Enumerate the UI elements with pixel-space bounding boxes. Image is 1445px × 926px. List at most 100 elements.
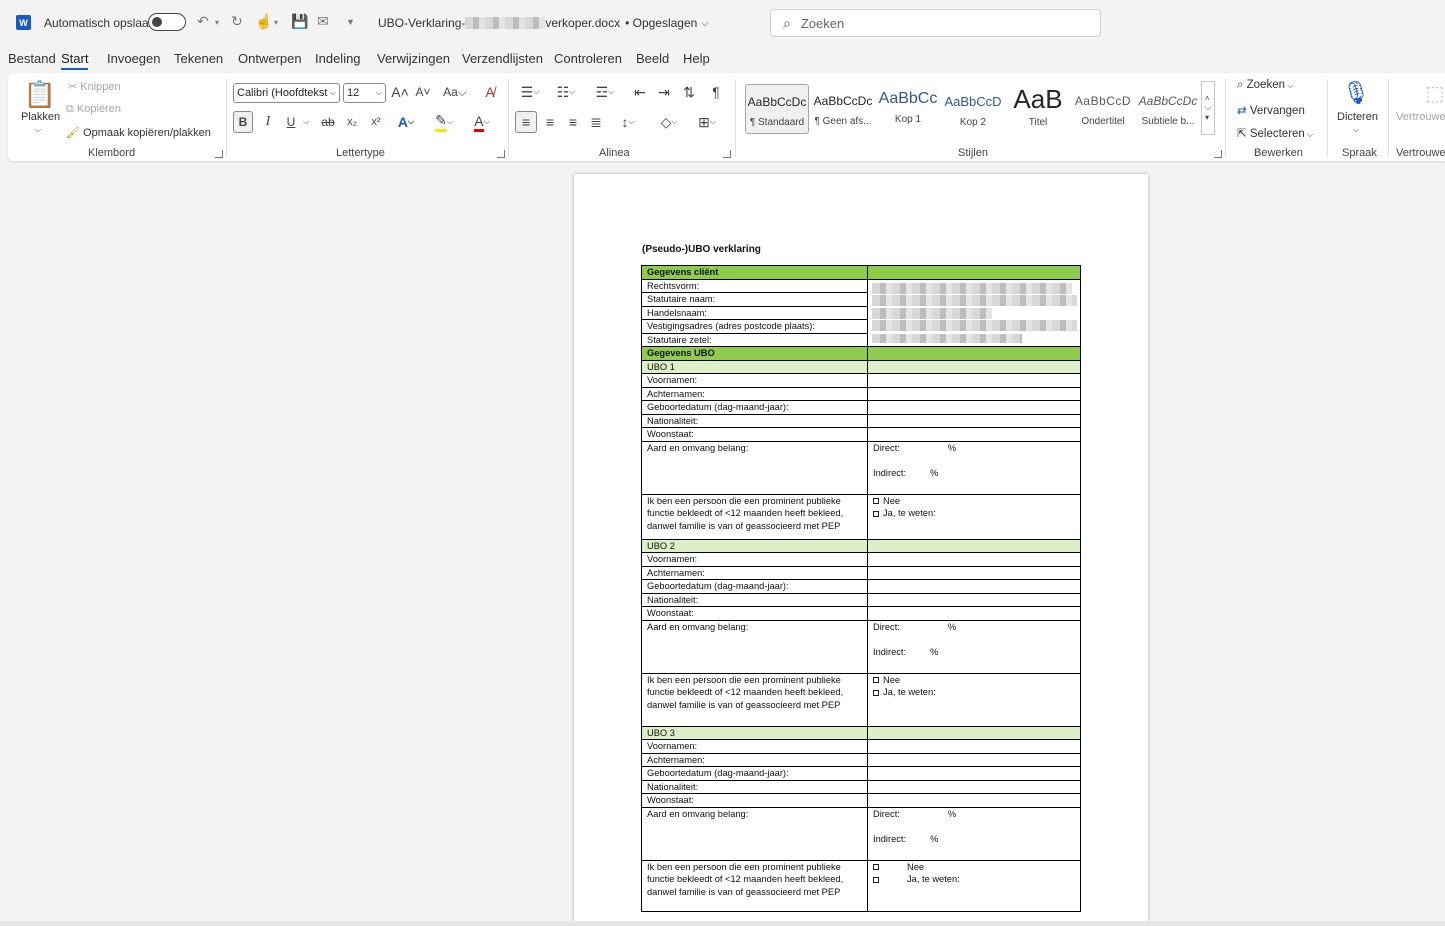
customize-qat-icon[interactable]: ▼ [346,17,355,27]
replace-icon: ⇄ [1237,105,1250,117]
style-geen-afstand[interactable]: AaBbCcDc ¶ Geen afs... [811,84,875,134]
text-effects-icon[interactable]: A ⌵ [394,111,418,133]
find-button[interactable]: ⌕ Zoeken ⌵ [1237,79,1293,92]
styles-scroll-icon[interactable]: ˄ ⌵ ▾ [1201,81,1215,135]
tab-beeld[interactable]: Beeld [636,51,669,66]
dictate-button[interactable]: Dicteren [1337,111,1378,123]
paste-dropdown-icon[interactable]: ⌵ [35,125,41,135]
tab-invoegen[interactable]: Invoegen [107,51,161,66]
cut-button[interactable]: ✂ Knippen [68,80,121,93]
save-status: • Opgeslagen [625,16,698,30]
increase-indent-icon[interactable]: ⇥ [656,83,672,101]
separator [735,79,736,157]
style-kop1[interactable]: AaBbCc Kop 1 [876,84,940,134]
autosave-toggle[interactable] [148,13,186,31]
copy-button[interactable]: ⧉ Kopiëren [66,103,121,116]
tab-controleren[interactable]: Controleren [554,51,622,66]
borders-icon[interactable]: ⊞ ⌵ [692,111,722,133]
autosave-label: Automatisch opslaan [44,16,156,30]
grow-font-icon[interactable]: A˄ [391,83,409,101]
tab-help[interactable]: Help [683,51,710,66]
strikethrough-icon[interactable]: ab [319,111,337,133]
undo-icon[interactable]: ↶ [197,13,209,30]
lettertype-launcher-icon[interactable] [497,150,505,158]
font-name-dropdown[interactable]: Calibri (Hoofdtekst ⌵ [233,83,340,103]
search-icon: ⌕ [1237,79,1247,91]
table-row: Achternamen: [641,386,1081,401]
alinea-launcher-icon[interactable] [723,150,731,158]
save-icon[interactable]: 💾 [291,13,308,30]
table-row: Nationaliteit: [641,592,1081,607]
touch-mode-icon[interactable]: ☝ [255,13,272,30]
paste-button[interactable]: Plakken [21,111,60,123]
justify-icon[interactable]: ≣ [588,111,604,133]
font-size-dropdown[interactable]: 12 ⌵ [343,83,386,103]
italic-icon[interactable]: I [260,111,276,133]
tab-tekenen[interactable]: Tekenen [174,51,223,66]
align-left-icon[interactable]: ≡ [515,111,537,133]
checkbox-nee[interactable] [873,498,879,505]
microphone-icon[interactable]: 🎙 [1342,77,1370,109]
tab-indeling[interactable]: Indeling [315,51,361,66]
document-name[interactable]: UBO-Verklaring- verkoper.docx • Opgeslag… [378,16,708,30]
dictate-dropdown-icon[interactable]: ⌵ [1353,125,1359,135]
bold-icon[interactable]: B [233,111,253,133]
group-label-bewerken: Bewerken [1254,147,1303,159]
numbering-icon[interactable]: ☷ ⌵ [553,83,579,101]
search-input[interactable]: ⌕ Zoeken [770,9,1101,37]
multilevel-list-icon[interactable]: ☲ ⌵ [592,83,618,101]
decrease-indent-icon[interactable]: ⇤ [632,83,648,101]
checkbox-ja[interactable] [873,876,879,883]
table-row: Geboortedatum (dag-maand-jaar): [641,579,1081,594]
bullets-icon[interactable]: ☰ ⌵ [517,83,543,101]
document-page[interactable]: (Pseudo-)UBO verklaring Gegevens cliënt … [574,174,1148,926]
tab-verzendlijsten[interactable]: Verzendlijsten [462,51,543,66]
tab-start[interactable]: Start [61,51,89,70]
shrink-font-icon[interactable]: A˅ [415,83,431,101]
klembord-launcher-icon[interactable] [215,150,223,158]
touch-dropdown-icon[interactable]: ▾ [274,18,278,27]
style-standaard[interactable]: AaBbCcDc ¶ Standaard [745,84,809,134]
change-case-icon[interactable]: Aa⌵ [441,83,469,101]
group-label-vertrouwelijkheid: Vertrouwe [1396,147,1445,159]
underline-icon[interactable]: U [283,111,299,133]
style-subtiele-benadrukking[interactable]: AaBbCcDc Subtiele b... [1136,84,1200,134]
tab-bestand[interactable]: Bestand [8,51,56,66]
brush-icon: 🖌 [66,127,84,139]
replace-button[interactable]: ⇄ Vervangen [1237,103,1305,117]
checkbox-ja[interactable] [873,689,879,696]
select-button[interactable]: ⇱ Selecteren ⌵ [1237,126,1313,140]
style-titel[interactable]: AaB Titel [1006,84,1070,134]
title-bar: W Automatisch opslaan ↶ ▾ ↻ ☝ ▾ 💾 ✉ ▼ UB… [0,0,1445,46]
sort-icon[interactable]: ⇅ [681,83,697,101]
style-kop2[interactable]: AaBbCcD Kop 2 [941,84,1005,134]
font-color-icon[interactable]: A ⌵ [469,111,495,133]
clear-formatting-icon[interactable]: A̸ [482,83,498,101]
superscript-icon[interactable]: x² [369,111,383,133]
redacted-client-data [867,278,1081,347]
email-icon[interactable]: ✉ [317,13,329,30]
sensitivity-button[interactable]: Vertrouwe [1396,111,1445,123]
checkbox-nee[interactable] [873,864,879,871]
tab-verwijzingen[interactable]: Verwijzingen [377,51,450,66]
align-center-icon[interactable]: ≡ [542,111,558,133]
format-painter-button[interactable]: 🖌 Opmaak kopiëren/plakken [66,126,211,139]
subscript-icon[interactable]: x₂ [345,111,359,133]
sensitivity-icon[interactable]: ⬚ [1426,79,1445,107]
style-ondertitel[interactable]: AaBbCcD Ondertitel [1071,84,1135,134]
checkbox-ja[interactable] [873,510,879,517]
underline-dropdown-icon[interactable]: ⌵ [301,113,311,131]
stijlen-launcher-icon[interactable] [1214,150,1222,158]
checkbox-nee[interactable] [873,677,879,684]
redo-icon[interactable]: ↻ [231,13,243,30]
undo-dropdown-icon[interactable]: ▾ [215,18,219,27]
tab-ontwerpen[interactable]: Ontwerpen [238,51,302,66]
document-title: (Pseudo-)UBO verklaring [642,244,761,255]
align-right-icon[interactable]: ≡ [565,111,581,133]
ribbon-tabs: Bestand Start Invoegen Tekenen Ontwerpen… [0,48,1445,70]
pilcrow-icon[interactable]: ¶ [708,83,724,101]
line-spacing-icon[interactable]: ↕ ⌵ [615,111,641,133]
highlight-icon[interactable]: ✎ ⌵ [431,111,457,133]
shading-icon[interactable]: ◇ ⌵ [654,111,684,133]
paste-icon[interactable]: 📋 [24,77,56,111]
